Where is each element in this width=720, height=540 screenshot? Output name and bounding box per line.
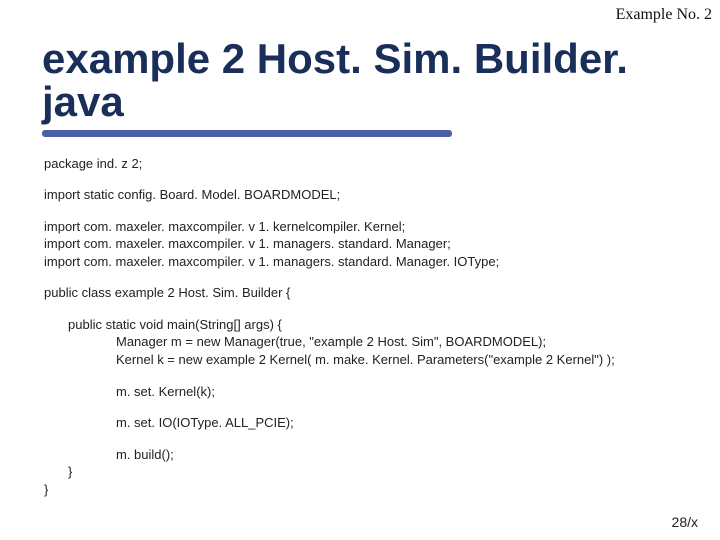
code-line: Manager m = new Manager(true, "example 2… (44, 333, 708, 351)
page-number: 28/x (672, 514, 698, 530)
code-line: import static config. Board. Model. BOAR… (44, 186, 708, 204)
code-line: import com. maxeler. maxcompiler. v 1. m… (44, 253, 708, 271)
page-title: example 2 Host. Sim. Builder. java (42, 38, 694, 124)
code-line: } (44, 481, 708, 499)
code-line: public class example 2 Host. Sim. Builde… (44, 284, 708, 302)
title-wrap: example 2 Host. Sim. Builder. java (28, 34, 708, 137)
title-underline (42, 130, 452, 137)
code-line: package ind. z 2; (44, 155, 708, 173)
slide: Example No. 2 example 2 Host. Sim. Build… (0, 0, 720, 540)
code-line: m. set. IO(IOType. ALL_PCIE); (44, 414, 708, 432)
code-line: m. build(); (44, 446, 708, 464)
code-block: package ind. z 2; import static config. … (44, 155, 708, 499)
code-line: Kernel k = new example 2 Kernel( m. make… (44, 351, 708, 369)
code-line: m. set. Kernel(k); (44, 383, 708, 401)
example-badge: Example No. 2 (616, 6, 712, 24)
code-line: import com. maxeler. maxcompiler. v 1. m… (44, 235, 708, 253)
code-line: import com. maxeler. maxcompiler. v 1. k… (44, 218, 708, 236)
code-line: public static void main(String[] args) { (44, 316, 708, 334)
code-line: } (44, 463, 708, 481)
